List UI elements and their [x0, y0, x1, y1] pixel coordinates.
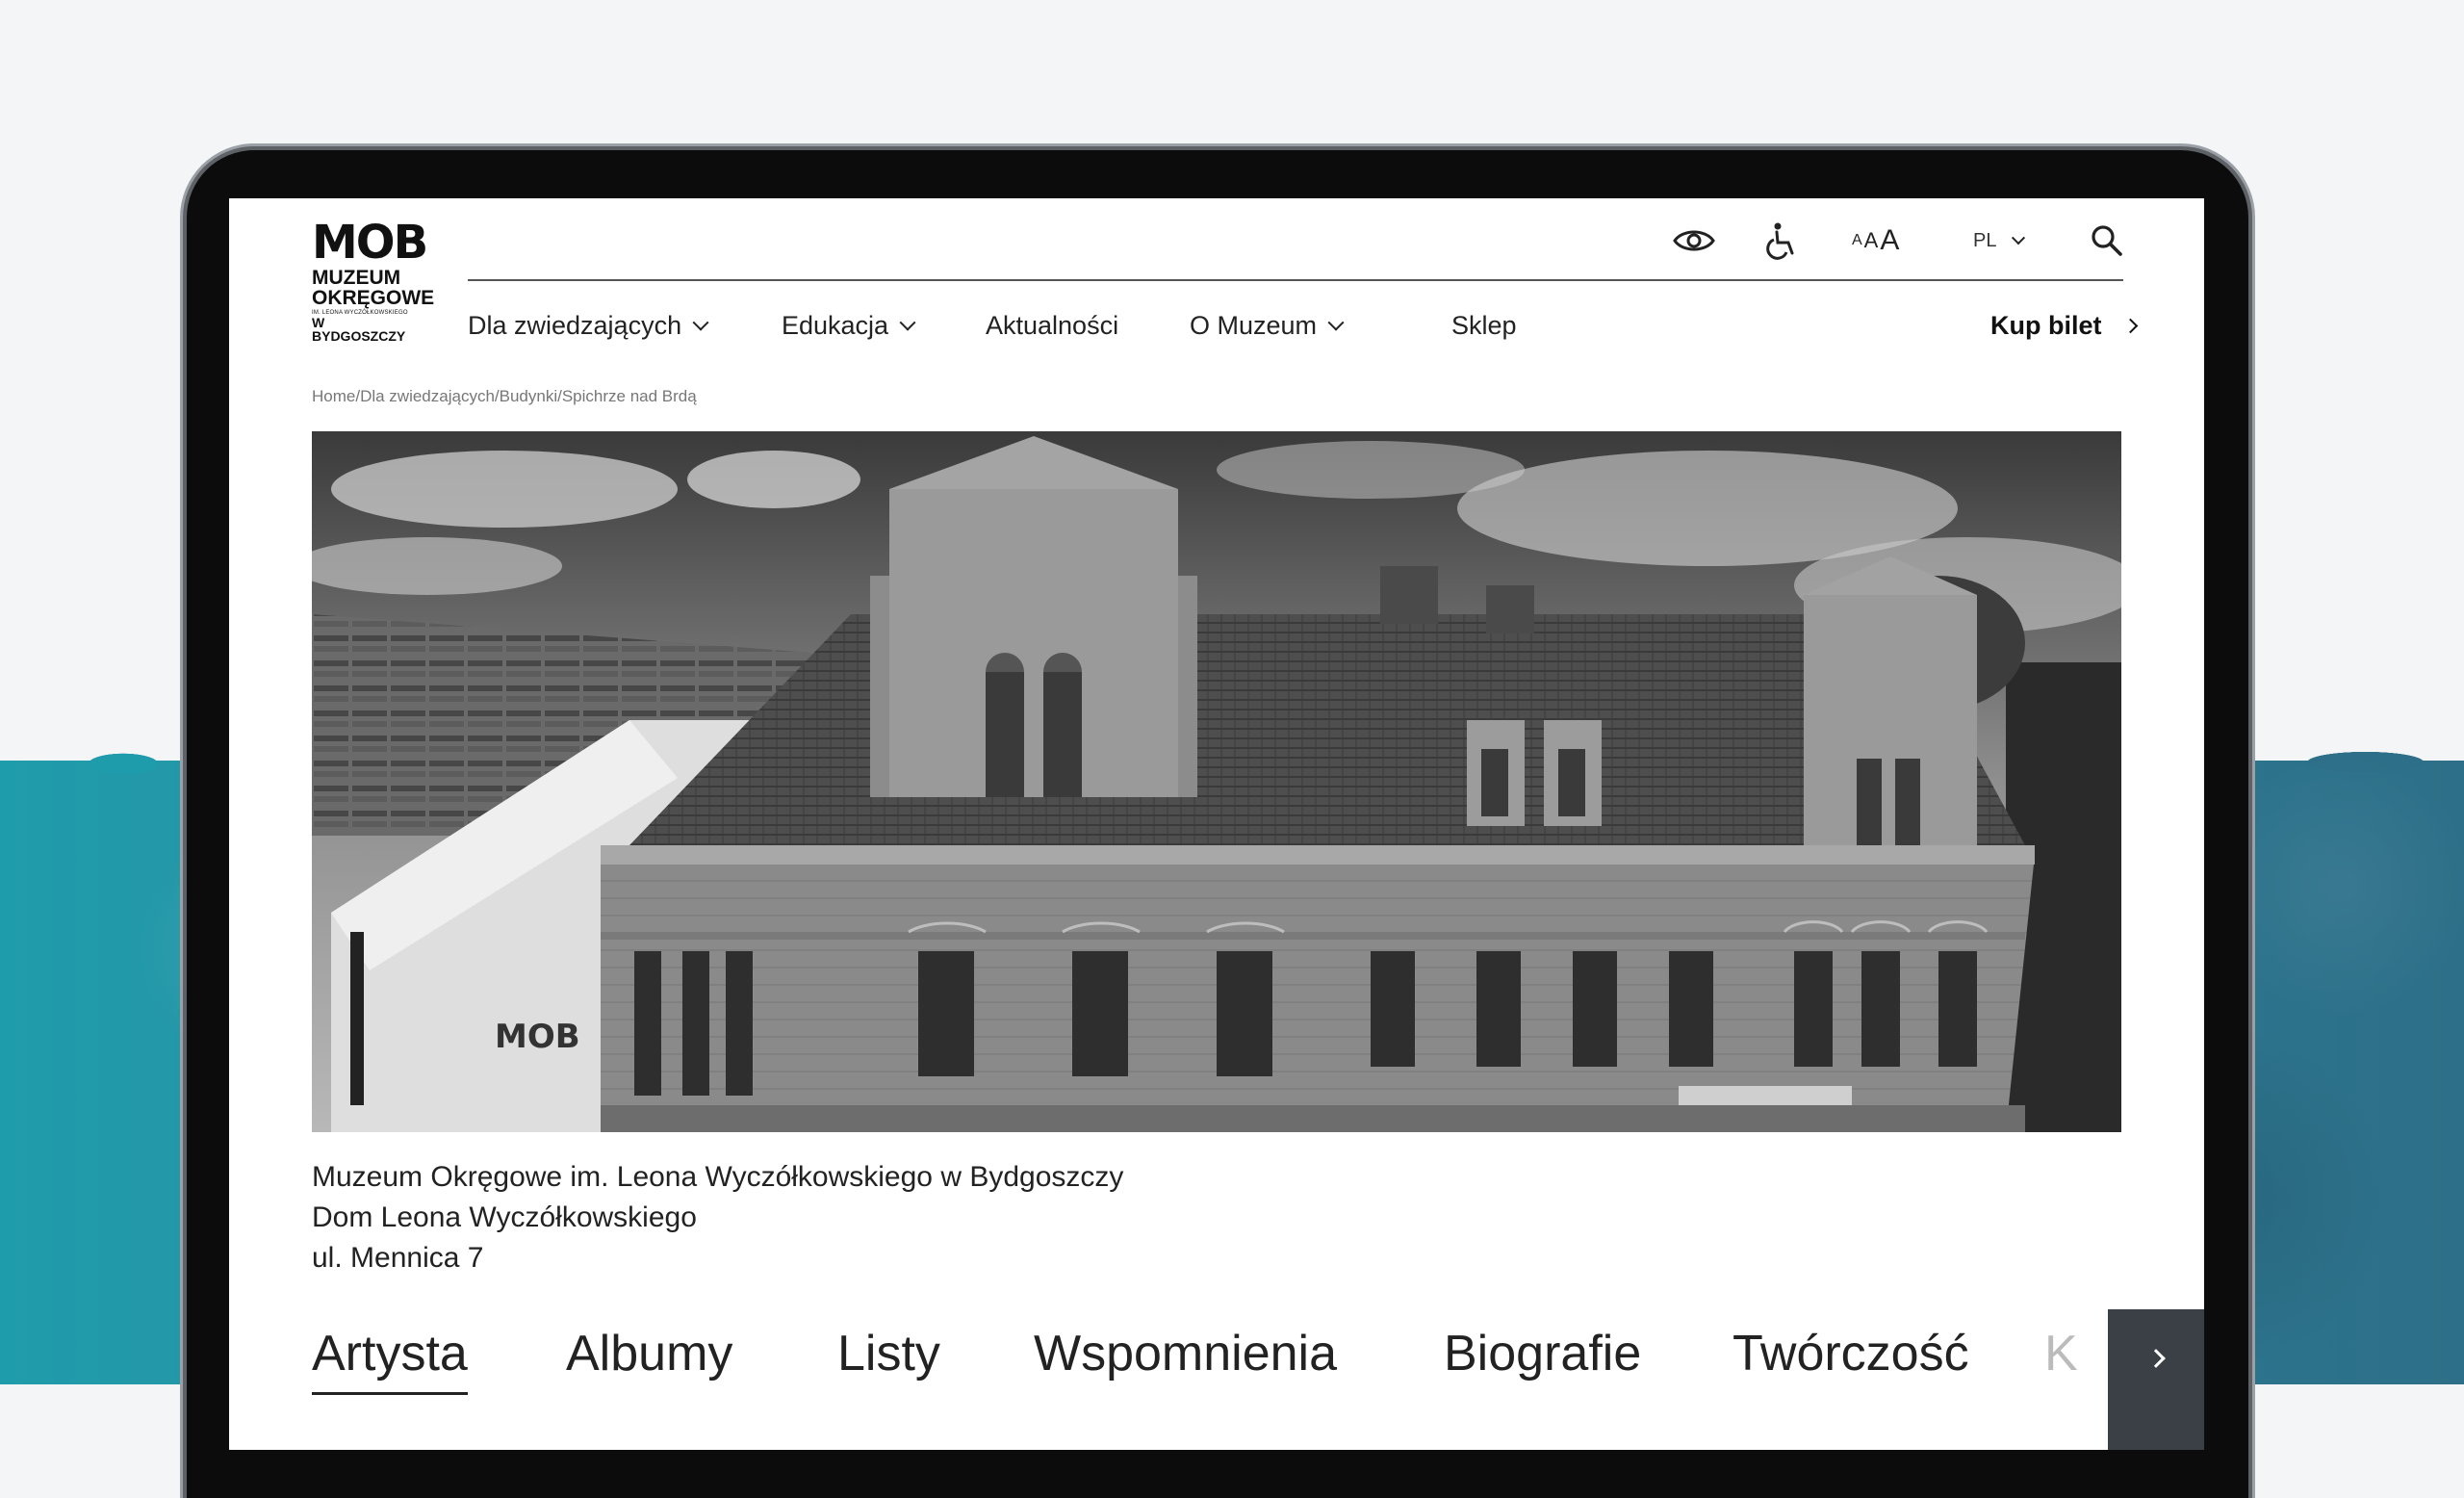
logo-line-3: IM. LEONA WYCZÓŁKOWSKIEGO — [312, 310, 408, 316]
tab-listy[interactable]: Listy — [837, 1315, 940, 1392]
logo-line-4: W BYDGOSZCZY — [312, 315, 406, 344]
chevron-down-icon — [692, 314, 709, 331]
nav-label: O Muzeum — [1190, 310, 1318, 340]
tab-wspomnienia[interactable]: Wspomnienia — [1034, 1315, 1337, 1392]
nav-item-education[interactable]: Edukacja — [782, 302, 916, 349]
text-size-control[interactable]: A A A — [1852, 220, 1901, 262]
language-label: PL — [1973, 229, 1997, 251]
laptop-frame: MOB MUZEUM OKRĘGOWE IM. LEONA WYCZÓŁKOWS… — [187, 150, 2248, 1498]
logo-line-1: MUZEUM — [312, 267, 401, 289]
caption-line-1: Muzeum Okręgowe im. Leona Wyczółkowskieg… — [312, 1161, 1124, 1193]
tab-partial[interactable]: K — [2044, 1315, 2078, 1392]
section-tabs: Artysta Albumy Listy Wspomnienia Biograf… — [312, 1315, 2204, 1395]
language-select[interactable]: PL — [1973, 220, 2026, 262]
accessibility-button[interactable] — [1765, 220, 1798, 262]
photo-caption: Muzeum Okręgowe im. Leona Wyczółkowskieg… — [312, 1157, 1123, 1278]
tab-albumy[interactable]: Albumy — [566, 1315, 732, 1392]
nav-item-about[interactable]: O Muzeum — [1190, 302, 1345, 349]
main-nav: Dla zwiedzających Edukacja Aktualności O… — [466, 302, 2141, 349]
tabs-next-button[interactable] — [2108, 1309, 2204, 1450]
text-size-medium[interactable]: A — [1864, 228, 1879, 253]
text-size-small[interactable]: A — [1852, 232, 1862, 249]
logo-mark: MOB — [312, 216, 428, 270]
caption-line-3: ul. Mennica 7 — [312, 1242, 484, 1274]
nav-label: Edukacja — [782, 310, 889, 340]
nav-label: Dla zwiedzających — [468, 310, 682, 340]
nav-item-news[interactable]: Aktualności — [986, 302, 1118, 349]
browser-screen: MOB MUZEUM OKRĘGOWE IM. LEONA WYCZÓŁKOWS… — [229, 198, 2204, 1450]
svg-text:MOB: MOB — [495, 1018, 580, 1056]
chevron-down-icon — [1327, 314, 1345, 331]
museum-logo[interactable]: MOB MUZEUM OKRĘGOWE IM. LEONA WYCZÓŁKOWS… — [312, 216, 435, 343]
eye-icon — [1673, 230, 1715, 251]
nav-label: Aktualności — [986, 310, 1119, 340]
buy-ticket-label: Kup bilet — [1990, 310, 2102, 340]
contrast-toggle[interactable] — [1673, 220, 1715, 262]
chevron-down-icon — [899, 314, 916, 331]
hero-building-photo: MOB — [312, 431, 2121, 1132]
chevron-down-icon — [2012, 231, 2026, 245]
breadcrumb[interactable]: Home/Dla zwiedzających/Budynki/Spichrze … — [312, 387, 697, 406]
buy-ticket-button[interactable]: Kup bilet — [1990, 302, 2138, 349]
logo-line-2: OKRĘGOWE — [312, 287, 435, 309]
wheelchair-icon — [1766, 222, 1794, 260]
nav-label: Sklep — [1451, 310, 1517, 340]
nav-item-shop[interactable]: Sklep — [1451, 302, 1517, 349]
caption-line-2: Dom Leona Wyczółkowskiego — [312, 1201, 697, 1233]
text-size-large[interactable]: A — [1880, 224, 1899, 257]
chevron-right-icon — [2146, 1349, 2166, 1368]
nav-item-visitors[interactable]: Dla zwiedzających — [468, 302, 709, 349]
search-icon — [2092, 225, 2122, 256]
search-button[interactable] — [2091, 220, 2123, 262]
header-divider — [468, 279, 2123, 281]
tab-artysta[interactable]: Artysta — [312, 1315, 468, 1395]
tab-tworczosc[interactable]: Twórczość — [1732, 1315, 1969, 1392]
tab-biografie[interactable]: Biografie — [1444, 1315, 1641, 1392]
chevron-right-icon — [2122, 318, 2138, 333]
